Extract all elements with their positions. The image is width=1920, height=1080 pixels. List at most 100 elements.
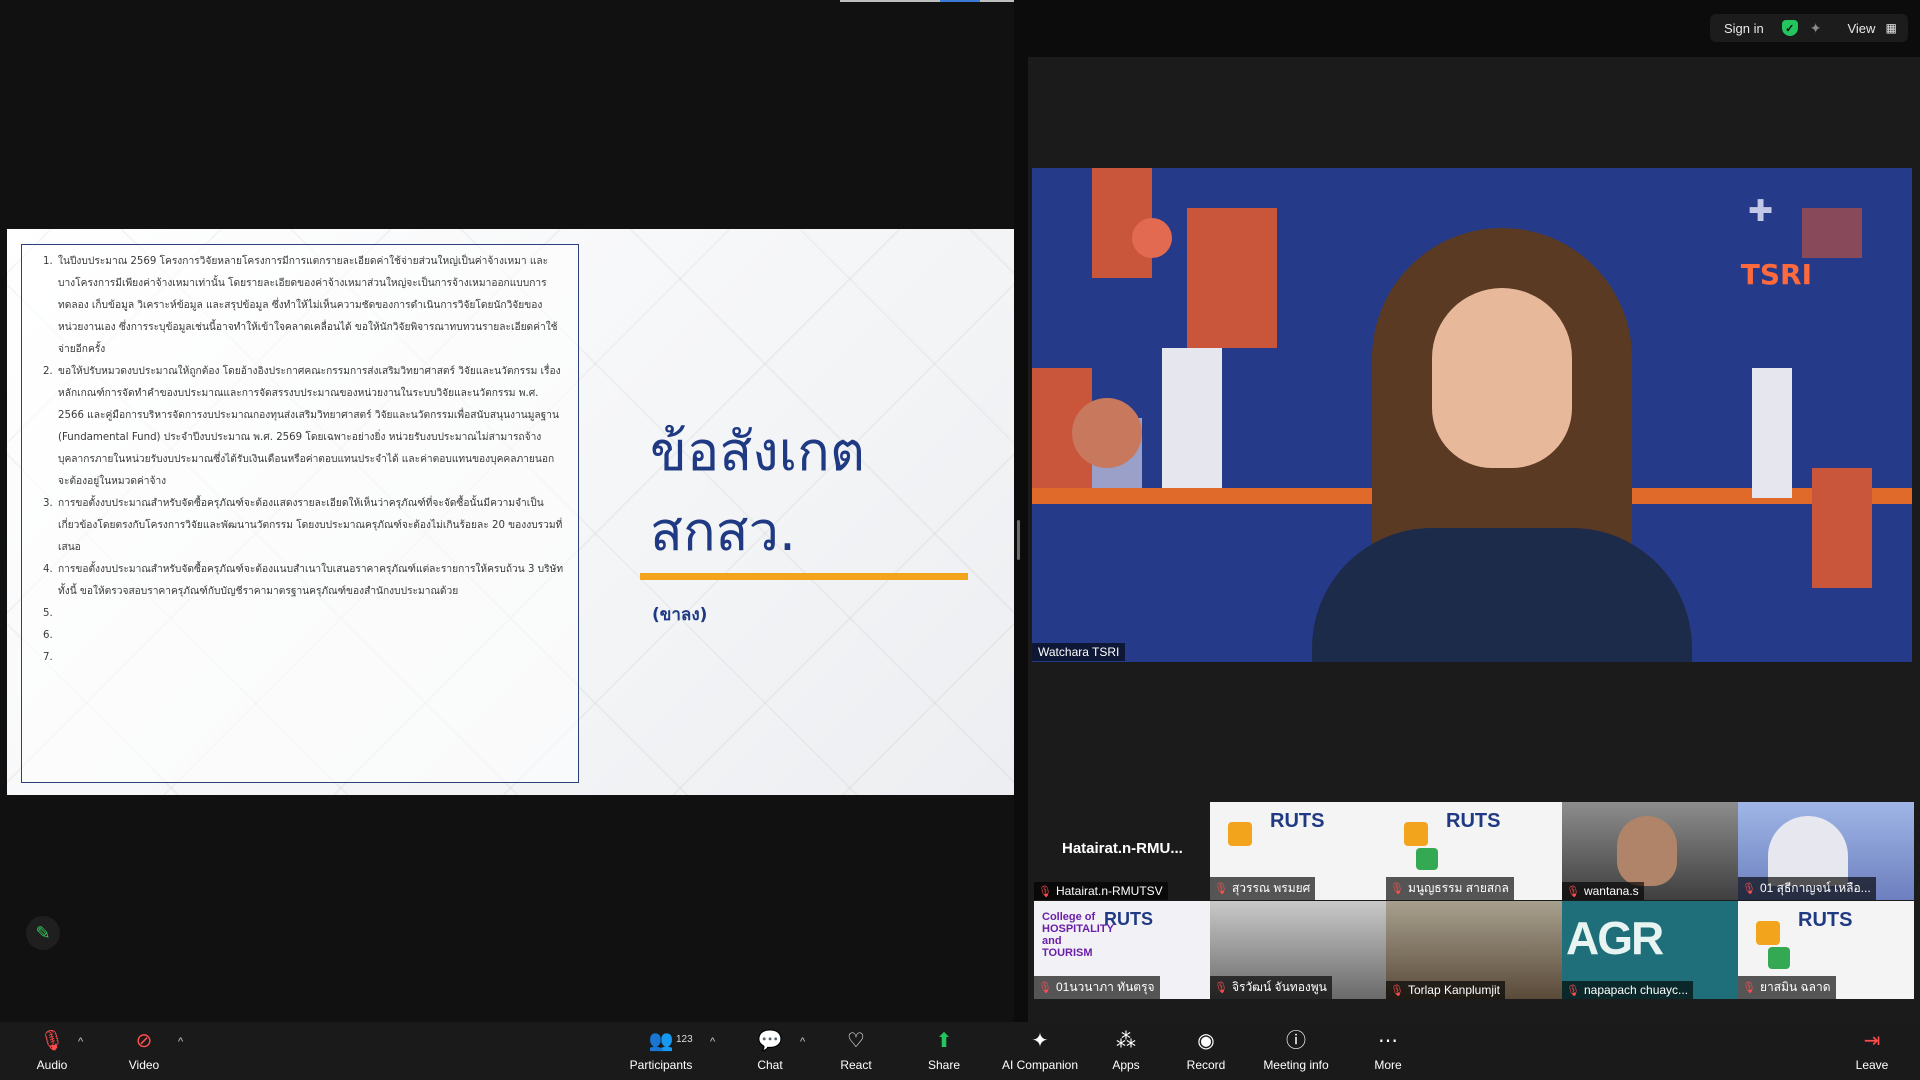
shield-check-icon[interactable]: ✓ [1781,20,1798,36]
note-item: ในปีงบประมาณ 2569 โครงการวิจัยหลายโครงกา… [56,251,564,361]
note-item: ขอให้ปรับหมวดงบประมาณให้ถูกต้อง โดยอ้างอ… [56,361,564,493]
chat-options-caret[interactable]: ^ [800,1036,805,1048]
chat-label: Chat [757,1058,783,1072]
participant-tile[interactable]: RUTS 🎙 มนูญธรรม สายสกล [1386,802,1562,900]
agr-text: AGR [1566,912,1664,964]
video-options-caret[interactable]: ^ [178,1036,183,1048]
participant-name: napapach chuayc... [1583,983,1689,997]
video-button[interactable]: ⊘ Video [122,1022,166,1080]
participant-display-name: Hatairat.n-RMU... [1062,840,1183,857]
mic-muted-icon: 🎙 [1566,985,1580,997]
record-label: Record [1186,1058,1226,1072]
participants-count: 123 [676,1034,693,1045]
mic-muted-icon: 🎙 [1390,985,1404,997]
participant-tile[interactable]: 🎙 จิรวัฒน์ จันทองพูน [1210,901,1386,999]
participant-tile[interactable]: AGR 🎙 napapach chuayc... [1562,901,1738,999]
shared-screen-area: ในปีงบประมาณ 2569 โครงการวิจัยหลายโครงกา… [0,0,1080,1022]
participant-name: 01นวนาภา ทันตรุจ [1055,980,1155,994]
panel-splitter-handle[interactable] [1017,520,1020,560]
react-button[interactable]: ♡ React [836,1022,876,1080]
mic-muted-icon: 🎙 [1038,982,1052,994]
hospitality-text: College of HOSPITALITY and TOURISM [1042,911,1114,959]
slide-subtitle: (ขาลง) [652,605,708,625]
participant-tile[interactable]: 🎙 01 สุธีกาญจน์ เหลือ... [1738,802,1914,900]
video-off-icon: ⊘ [135,1030,153,1052]
info-icon: ⓘ [1286,1030,1306,1052]
speaker-person [1312,228,1692,662]
participants-button[interactable]: 👥 Participants [626,1022,696,1080]
participant-name: ยาสมิน ฉลาด [1759,980,1831,994]
ruts-logo: RUTS [1270,810,1325,832]
pencil-icon: ✎ [35,922,51,943]
meeting-toolbar: 🎙 Audio ^ ⊘ Video ^ 👥 Participants 123 ^… [0,1022,1920,1080]
react-label: React [840,1058,872,1072]
speaker-name-label: Watchara TSRI [1032,643,1126,661]
share-button[interactable]: ⬆ Share [924,1022,964,1080]
mic-muted-icon: 🎙 [1390,883,1404,895]
slide-notes-list: ในปีงบประมาณ 2569 โครงการวิจัยหลายโครงกา… [22,245,578,669]
sign-in-button[interactable]: Sign in [1724,21,1764,36]
participant-tile[interactable]: College of HOSPITALITY and TOURISM RUTS … [1034,901,1210,999]
slide-title: ข้อสังเกต สกสว. [650,420,865,563]
ai-companion-icon: ✦ [1031,1030,1049,1052]
audio-options-caret[interactable]: ^ [78,1036,83,1048]
annotate-button[interactable]: ✎ [26,916,60,950]
apps-icon: ⁂ [1116,1030,1136,1052]
ruts-logo: RUTS [1798,909,1853,931]
apps-button[interactable]: ⁂ Apps [1106,1022,1146,1080]
ruts-logo: RUTS [1446,810,1501,832]
note-item: การขอตั้งงบประมาณสำหรับจัดซื้อครุภัณฑ์จะ… [56,493,564,559]
ruts-logo: RUTS [1104,909,1153,929]
participant-name: 01 สุธีกาญจน์ เหลือ... [1759,881,1871,895]
record-button[interactable]: ◉ Record [1184,1022,1228,1080]
view-button[interactable]: View [1847,21,1875,36]
top-bar-controls: Sign in ✓ ✦ View ▦ [1710,14,1908,42]
tsri-logo: TSRI [1740,258,1812,291]
participants-options-caret[interactable]: ^ [710,1036,715,1048]
participant-name: Torlap Kanplumjit [1407,983,1501,997]
participant-tile[interactable]: 🎙 Torlap Kanplumjit [1386,901,1562,999]
mic-muted-icon: 🎙 [1742,883,1756,895]
ai-companion-button[interactable]: ✦ AI Companion [998,1022,1082,1080]
meeting-info-button[interactable]: ⓘ Meeting info [1258,1022,1334,1080]
participant-tile[interactable]: Hatairat.n-RMU... 🎙 Hatairat.n-RMUTSV [1034,802,1210,900]
participant-tile[interactable]: RUTS 🎙 สุวรรณ พรมยศ [1210,802,1386,900]
apps-label: Apps [1112,1058,1140,1072]
more-icon: ⋯ [1378,1030,1398,1052]
mic-muted-icon: 🎙 [1566,886,1580,898]
slide-notes-box: ในปีงบประมาณ 2569 โครงการวิจัยหลายโครงกา… [21,244,579,783]
ai-companion-label: AI Companion [1001,1058,1079,1072]
note-item [56,603,564,625]
participant-name: มนูญธรรม สายสกล [1407,881,1509,895]
leave-button[interactable]: ⇥ Leave [1852,1022,1892,1080]
participant-name: wantana.s [1583,884,1639,898]
video-label: Video [128,1058,160,1072]
react-icon: ♡ [847,1030,865,1052]
meeting-info-label: Meeting info [1263,1058,1329,1072]
mic-muted-icon: 🎙 [1038,886,1052,898]
chat-button[interactable]: 💬 Chat [750,1022,790,1080]
presentation-slide: ในปีงบประมาณ 2569 โครงการวิจัยหลายโครงกา… [7,229,1014,795]
more-button[interactable]: ⋯ More [1368,1022,1408,1080]
share-label: Share [927,1058,961,1072]
mic-muted-icon: 🎙 [1214,982,1228,994]
note-item [56,647,564,669]
participant-tile[interactable]: 🎙 wantana.s [1562,802,1738,900]
chat-icon: 💬 [757,1030,783,1052]
grid-view-icon[interactable]: ▦ [1885,21,1896,35]
record-icon: ◉ [1197,1030,1215,1052]
participant-tile[interactable]: RUTS 🎙 ยาสมิน ฉลาด [1738,901,1914,999]
share-icon: ⬆ [935,1030,953,1052]
leave-label: Leave [1855,1058,1889,1072]
participant-name: จิรวัฒน์ จันทองพูน [1231,980,1327,994]
mic-muted-icon: 🎙 [1742,982,1756,994]
note-item: การขอตั้งงบประมาณสำหรับจัดซื้อครุภัณฑ์จะ… [56,559,564,603]
mic-muted-icon: 🎙 [1214,883,1228,895]
audio-button[interactable]: 🎙 Audio [30,1022,74,1080]
active-speaker-video[interactable]: ✚ TSRI [1032,168,1912,662]
tsri-mark-icon: ✚ [1748,195,1774,228]
note-item [56,625,564,647]
more-label: More [1374,1058,1402,1072]
participants-icon: 👥 [648,1030,674,1052]
sparkle-icon[interactable]: ✦ [1810,20,1822,37]
